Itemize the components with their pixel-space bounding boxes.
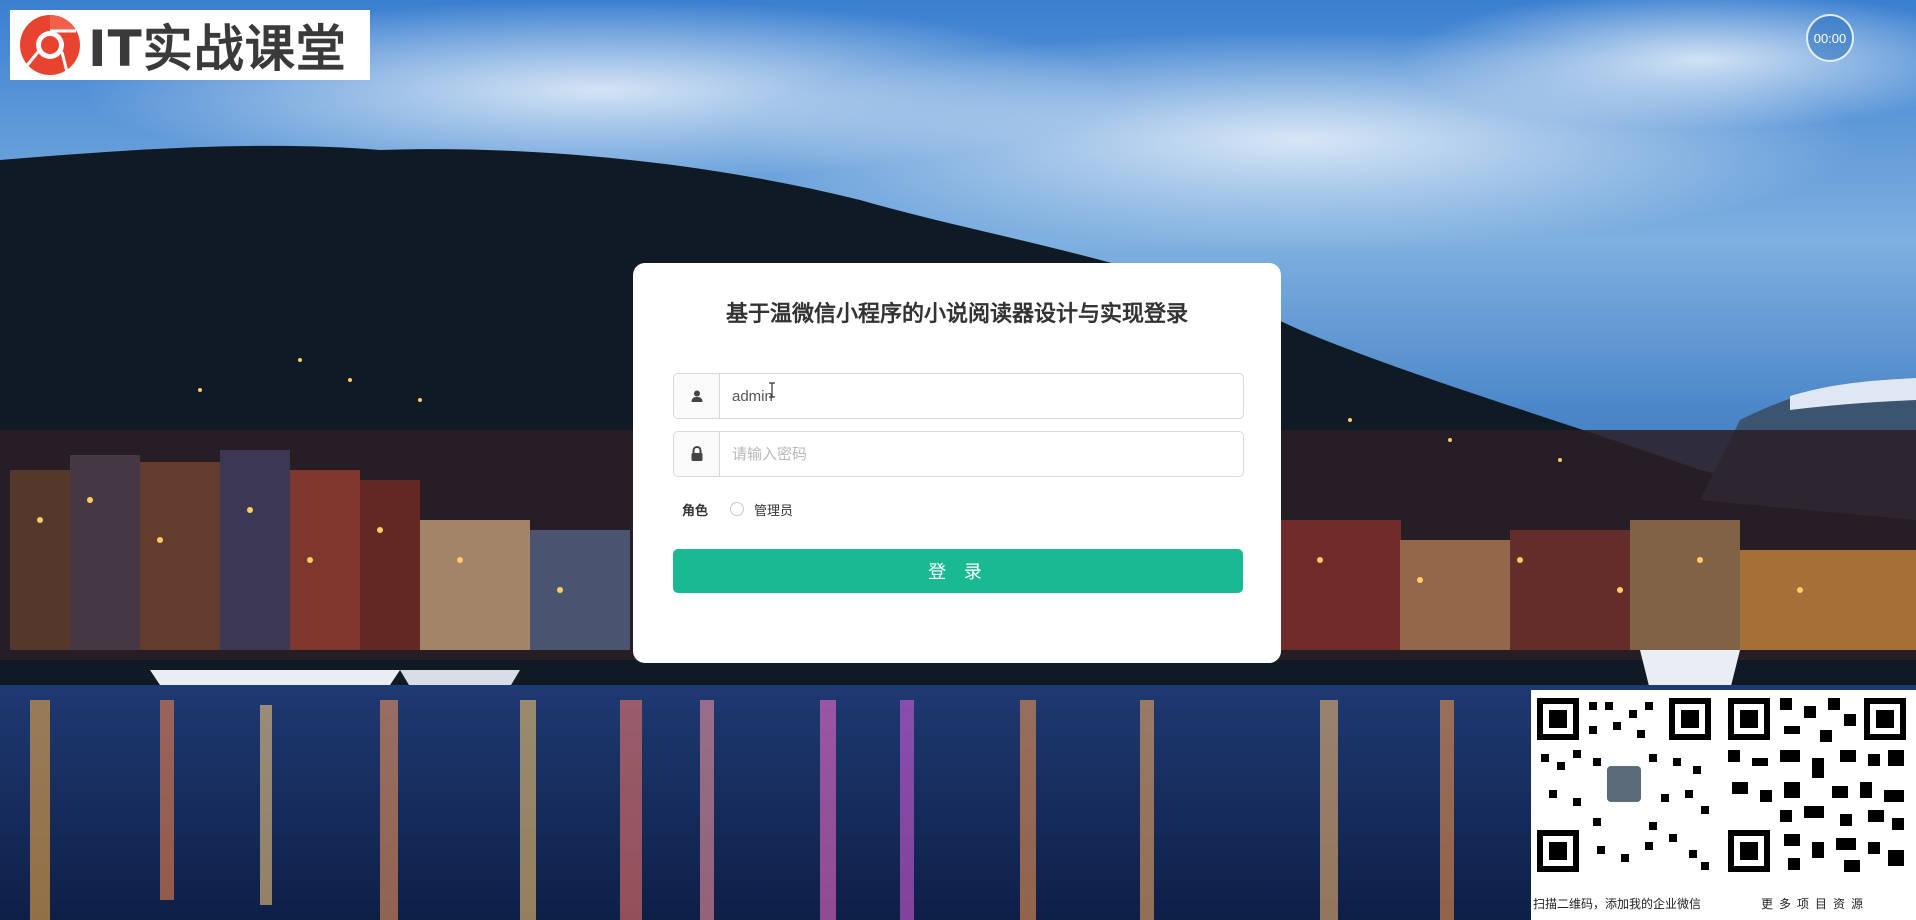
username-field-group bbox=[673, 373, 1244, 419]
chrome-logo-icon bbox=[18, 13, 82, 77]
qr-caption: 扫描二维码，添加我的企业微信 bbox=[1533, 897, 1702, 911]
brand-watermark: IT实战课堂 bbox=[10, 10, 370, 80]
password-field-group bbox=[673, 431, 1244, 477]
text-cursor-icon bbox=[768, 382, 775, 398]
login-title: 基于温微信小程序的小说阅读器设计与实现登录 bbox=[725, 302, 1188, 327]
recording-timer: 00:00 bbox=[1806, 14, 1854, 62]
login-card: 基于温微信小程序的小说阅读器设计与实现登录 角色 管理员 登 录 bbox=[633, 263, 1281, 663]
role-option-label[interactable]: 管理员 bbox=[754, 500, 793, 519]
brand-name: IT实战课堂 bbox=[88, 20, 347, 78]
username-input[interactable] bbox=[720, 374, 1243, 418]
user-icon bbox=[674, 374, 720, 418]
qr-code-wechat bbox=[1533, 694, 1715, 876]
role-label: 角色 bbox=[682, 502, 709, 518]
qr-more-resources: 更多项目资源 bbox=[1761, 897, 1870, 911]
role-radio-admin[interactable] bbox=[730, 502, 745, 516]
role-selector: 角色 管理员 bbox=[682, 498, 793, 520]
password-input[interactable] bbox=[720, 432, 1243, 476]
login-button[interactable]: 登 录 bbox=[673, 549, 1243, 593]
lock-icon bbox=[674, 432, 720, 476]
qr-promo-panel: 扫描二维码，添加我的企业微信 更多项目资源 bbox=[1531, 690, 1916, 920]
qr-code-resources bbox=[1724, 694, 1910, 876]
